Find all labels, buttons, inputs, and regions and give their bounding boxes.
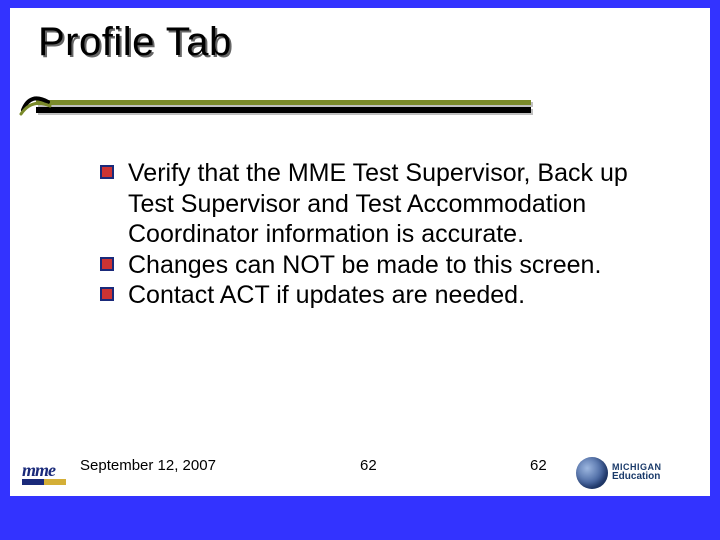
underline-olive [36,100,531,105]
bullet-list: Verify that the MME Test Supervisor, Bac… [100,158,680,311]
education-label: Education [612,472,662,483]
bullet-square-icon [100,287,114,301]
underline-black [36,107,531,113]
underline-swish-icon [18,90,58,120]
list-item: Contact ACT if updates are needed. [100,280,680,311]
list-item: Verify that the MME Test Supervisor, Bac… [100,158,680,250]
footer-date: September 12, 2007 [80,457,216,474]
mme-logo-text: mme [22,460,68,481]
footer-page-right: 62 [530,457,547,474]
mme-logo: mme [22,460,68,488]
slide-card: Profile Tab Profile Tab Verify that the … [10,8,710,496]
list-item: Changes can NOT be made to this screen. [100,250,680,281]
footer-page-center: 62 [360,457,377,474]
bullet-text: Changes can NOT be made to this screen. [128,251,601,279]
bullet-text: Contact ACT if updates are needed. [128,281,525,309]
globe-icon [576,457,608,489]
slide-title: Profile Tab [38,20,232,65]
bullet-text: Verify that the MME Test Supervisor, Bac… [128,159,628,248]
title-underline [36,100,596,113]
michigan-education-text: MICHIGAN Education [612,463,662,483]
bullet-square-icon [100,165,114,179]
michigan-education-logo: MICHIGAN Education [576,454,686,492]
slide: Profile Tab Profile Tab Verify that the … [0,0,720,540]
bullet-square-icon [100,257,114,271]
